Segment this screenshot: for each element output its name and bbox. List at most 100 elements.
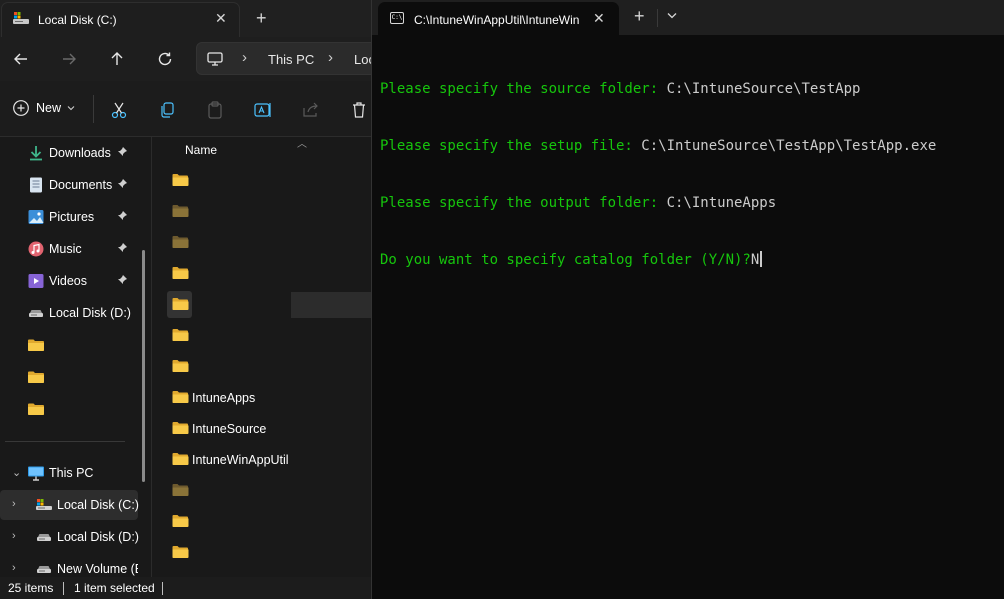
file-row[interactable]: IntuneSource: [152, 413, 371, 444]
explorer-navigation-bar: › This PC › Local Disk (C:): [0, 37, 371, 81]
file-row[interactable]: [152, 165, 371, 196]
rename-icon[interactable]: [253, 100, 273, 120]
file-row[interactable]: [152, 475, 371, 506]
prompt-text: Please specify the source folder:: [380, 81, 667, 97]
nav-item-local-disk-d[interactable]: Local Disk (D:): [0, 298, 138, 328]
close-tab-icon[interactable]: ✕: [593, 10, 605, 27]
pin-icon[interactable]: [117, 146, 128, 160]
pin-icon[interactable]: [117, 178, 128, 192]
nav-item-folder[interactable]: [0, 362, 138, 392]
status-bar: 25 items 1 item selected: [0, 577, 371, 599]
back-arrow-icon[interactable]: [10, 48, 32, 70]
share-icon[interactable]: [301, 100, 321, 120]
breadcrumb-this-pc[interactable]: This PC: [268, 52, 314, 67]
cut-icon[interactable]: [109, 100, 129, 120]
pin-icon[interactable]: [117, 210, 128, 224]
input-value: C:\IntuneSource\TestApp: [666, 81, 861, 97]
sort-ascending-icon: ︿: [297, 139, 307, 150]
nav-item-pictures[interactable]: Pictures: [0, 202, 138, 232]
close-tab-icon[interactable]: ✕: [215, 10, 227, 27]
text-cursor: [760, 251, 763, 267]
file-row[interactable]: [152, 537, 371, 568]
file-name: IntuneWinAppUtil: [192, 453, 289, 467]
pictures-icon: [27, 209, 45, 225]
folder-icon: [172, 545, 189, 559]
folder-icon: [172, 328, 189, 342]
new-button[interactable]: New: [12, 99, 75, 117]
terminal-output[interactable]: Please specify the source folder: C:\Int…: [380, 42, 936, 308]
nav-label: Videos: [49, 274, 87, 288]
address-bar[interactable]: › This PC › Local Disk (C:): [196, 42, 371, 75]
downloads-icon: [27, 145, 45, 161]
file-row[interactable]: [152, 196, 371, 227]
nav-item-videos[interactable]: Videos: [0, 266, 138, 296]
chevron-right-icon[interactable]: ›: [12, 498, 16, 510]
file-row[interactable]: [152, 506, 371, 537]
nav-item-local-disk-c[interactable]: › Local Disk (C:): [0, 490, 139, 520]
status-separator: [162, 582, 163, 595]
nav-item-folder[interactable]: [0, 394, 138, 424]
command-bar: New: [0, 81, 371, 137]
nav-item-downloads[interactable]: Downloads: [0, 138, 138, 168]
nav-item-local-disk-d-tree[interactable]: › Local Disk (D:): [0, 522, 139, 552]
documents-icon: [27, 177, 45, 193]
nav-label: Local Disk (C:): [57, 498, 139, 512]
breadcrumb-local-disk-c[interactable]: Local Disk (C:): [354, 52, 371, 67]
new-tab-button[interactable]: +: [634, 6, 645, 27]
nav-item-folder[interactable]: [0, 330, 138, 360]
chevron-down-icon[interactable]: ⌄: [12, 466, 21, 479]
copy-icon[interactable]: [157, 100, 177, 120]
refresh-icon[interactable]: [154, 48, 176, 70]
nav-label: Documents: [49, 178, 113, 192]
explorer-titlebar: Local Disk (C:) ✕ +: [0, 0, 371, 37]
nav-label: Local Disk (D:): [49, 306, 131, 320]
file-row[interactable]: [152, 351, 371, 382]
terminal-line: Please specify the setup file: C:\Intune…: [380, 137, 936, 156]
drive-c-icon: [12, 10, 30, 29]
command-separator: [93, 95, 94, 123]
file-row[interactable]: [152, 258, 371, 289]
folder-icon: [172, 173, 189, 187]
new-button-label: New: [36, 101, 62, 115]
navigation-scrollbar[interactable]: [142, 250, 145, 482]
folder-icon: [172, 390, 189, 404]
nav-label: Pictures: [49, 210, 95, 224]
delete-icon[interactable]: [349, 100, 369, 120]
up-arrow-icon[interactable]: [106, 48, 128, 70]
nav-item-music[interactable]: Music: [0, 234, 138, 264]
chevron-down-icon[interactable]: [665, 8, 679, 25]
navigation-pane: Downloads Documents Pictures Music Video…: [0, 137, 140, 577]
videos-icon: [27, 273, 45, 289]
forward-arrow-icon[interactable]: [58, 48, 80, 70]
folder-icon: [172, 421, 189, 435]
paste-icon[interactable]: [205, 100, 225, 120]
tab-separator: [657, 9, 658, 27]
folder-icon: [172, 235, 189, 249]
chevron-right-icon[interactable]: ›: [12, 530, 16, 542]
terminal-line: Please specify the source folder: C:\Int…: [380, 80, 936, 99]
prompt-text: Please specify the output folder:: [380, 195, 667, 211]
column-header-name[interactable]: Name: [185, 143, 217, 157]
chevron-right-icon: ›: [242, 49, 247, 66]
nav-item-this-pc[interactable]: ⌄ This PC: [0, 458, 138, 488]
pin-icon[interactable]: [117, 242, 128, 256]
folder-icon: [172, 452, 189, 466]
file-name: IntuneApps: [192, 391, 256, 405]
file-row[interactable]: [152, 289, 371, 320]
explorer-tab[interactable]: Local Disk (C:) ✕: [1, 2, 240, 37]
pin-icon[interactable]: [117, 274, 128, 288]
prompt-text: Please specify the setup file:: [380, 138, 642, 154]
terminal-tab[interactable]: C:\ C:\IntuneWinAppUtil\IntuneWinAppUtil…: [378, 2, 619, 35]
music-icon: [27, 241, 45, 257]
nav-item-documents[interactable]: Documents: [0, 170, 138, 200]
chevron-right-icon[interactable]: ›: [12, 562, 16, 574]
terminal-line: Please specify the output folder: C:\Int…: [380, 194, 936, 213]
console-icon: C:\: [390, 12, 404, 24]
file-row[interactable]: [152, 227, 371, 258]
new-tab-button[interactable]: +: [256, 8, 267, 29]
folder-icon: [172, 514, 189, 528]
file-row[interactable]: IntuneWinAppUtil: [152, 444, 371, 475]
file-row[interactable]: IntuneApps: [152, 382, 371, 413]
chevron-right-icon: ›: [328, 49, 333, 66]
file-row[interactable]: [152, 320, 371, 351]
